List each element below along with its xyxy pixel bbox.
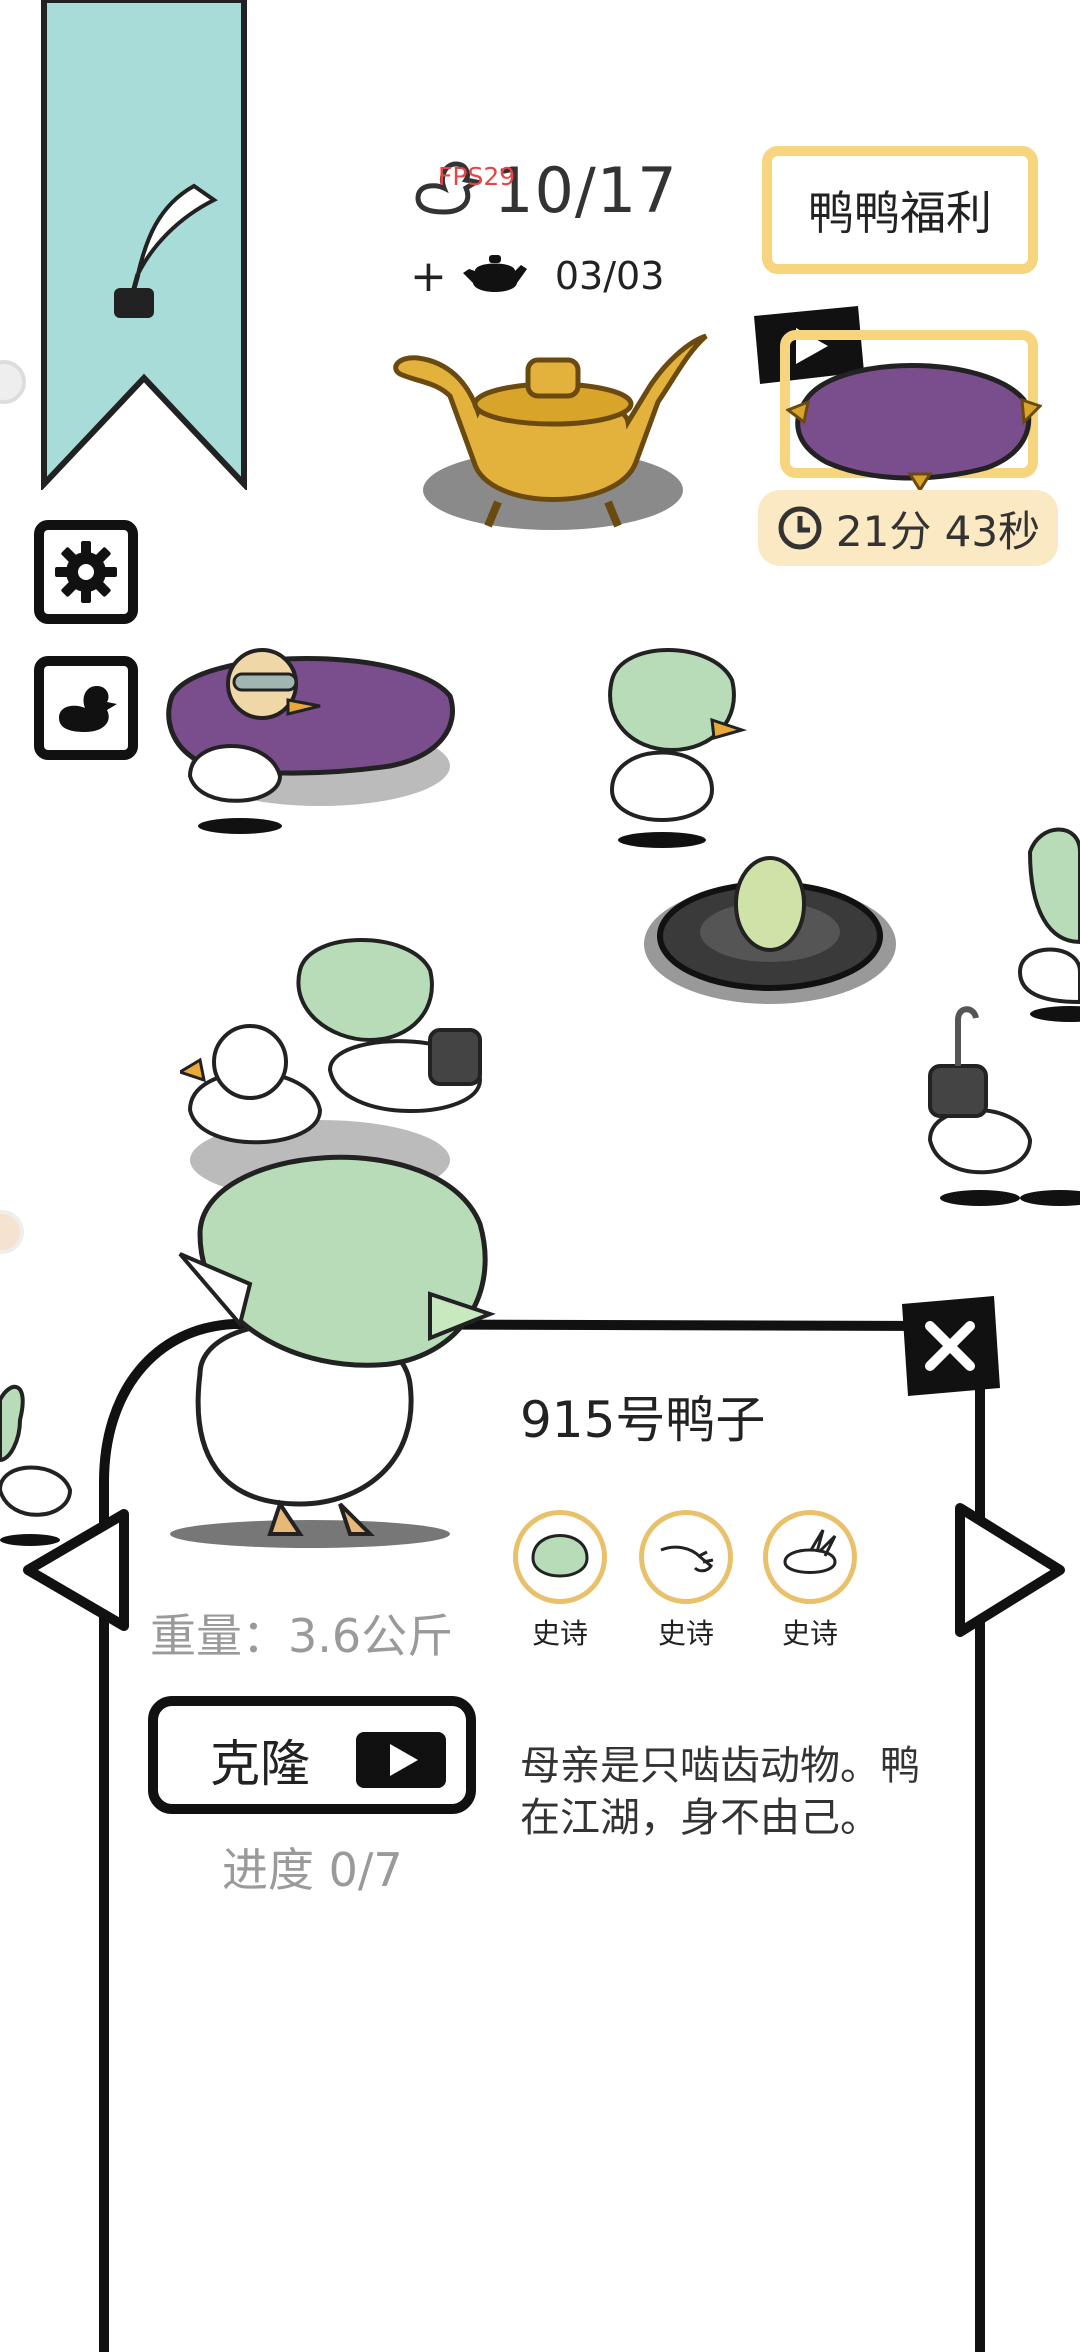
green-hair-duck[interactable] (592, 640, 752, 850)
duck-on-cushion[interactable] (160, 626, 470, 836)
clone-button[interactable]: 克隆 (148, 1696, 476, 1814)
golden-teapot[interactable] (388, 312, 708, 562)
purple-cushion-reward (786, 363, 1042, 493)
clone-label: 克隆 (210, 1735, 310, 1793)
duck-welfare-label: 鸭鸭福利 (808, 186, 992, 240)
clock-icon (778, 506, 822, 550)
trait-badge-wings[interactable]: 史诗 (760, 1510, 860, 1652)
pot-counter: + 03/03 (410, 246, 664, 306)
featured-duck-portrait (170, 1154, 496, 1548)
previous-duck-button[interactable] (20, 1508, 130, 1632)
green-hair-icon (531, 1534, 589, 1578)
edge-duck-right-bottom[interactable] (920, 1000, 1080, 1210)
play-icon (356, 1732, 446, 1788)
plus-sign: + (410, 250, 447, 302)
edge-bubble-left-mid[interactable] (0, 1210, 24, 1254)
gear-icon (55, 541, 117, 603)
clone-progress: 进度 0/7 (222, 1843, 403, 1897)
trait-rarity-label: 史诗 (531, 1617, 588, 1650)
next-duck-button[interactable] (950, 1500, 1070, 1640)
egg-nest[interactable] (640, 844, 902, 1014)
duck-counter: FPS29 10/17 (410, 150, 678, 230)
trait-badge-hand[interactable]: 史诗 (636, 1510, 736, 1652)
duck-icon (59, 686, 117, 732)
close-button[interactable] (894, 1290, 1006, 1402)
wings-icon (783, 1529, 837, 1574)
duck-count: 10/17 (494, 153, 678, 227)
edge-duck-right-top[interactable] (1010, 822, 1080, 1022)
trait-rarity-label: 史诗 (657, 1617, 714, 1650)
right-arrow-icon (955, 1503, 1065, 1637)
trait-rarity-label: 史诗 (781, 1617, 838, 1650)
timer-text: 21分 43秒 (835, 506, 1041, 556)
weight-text: 重量：3.6公斤 (150, 1609, 454, 1663)
hand-icon (660, 1545, 714, 1573)
pot-count: 03/03 (554, 254, 665, 298)
reward-timer: 21分 43秒 (758, 490, 1058, 566)
duck-welfare-button[interactable]: 鸭鸭福利 (762, 146, 1038, 274)
duck-description: 母亲是只啮齿动物。鸭在江湖，身不由己。 (520, 1743, 920, 1841)
edge-bubble-left-top[interactable] (0, 360, 26, 404)
duck-collection-button[interactable] (34, 656, 138, 760)
trait-badge-hair[interactable]: 史诗 (510, 1510, 610, 1652)
settings-button[interactable] (34, 520, 138, 624)
teapot-icon (462, 255, 527, 292)
journal-banner[interactable] (38, 0, 250, 490)
fps-readout: FPS29 (438, 162, 516, 191)
duck-name-title: 915号鸭子 (520, 1391, 766, 1449)
left-arrow-icon (23, 1509, 129, 1631)
